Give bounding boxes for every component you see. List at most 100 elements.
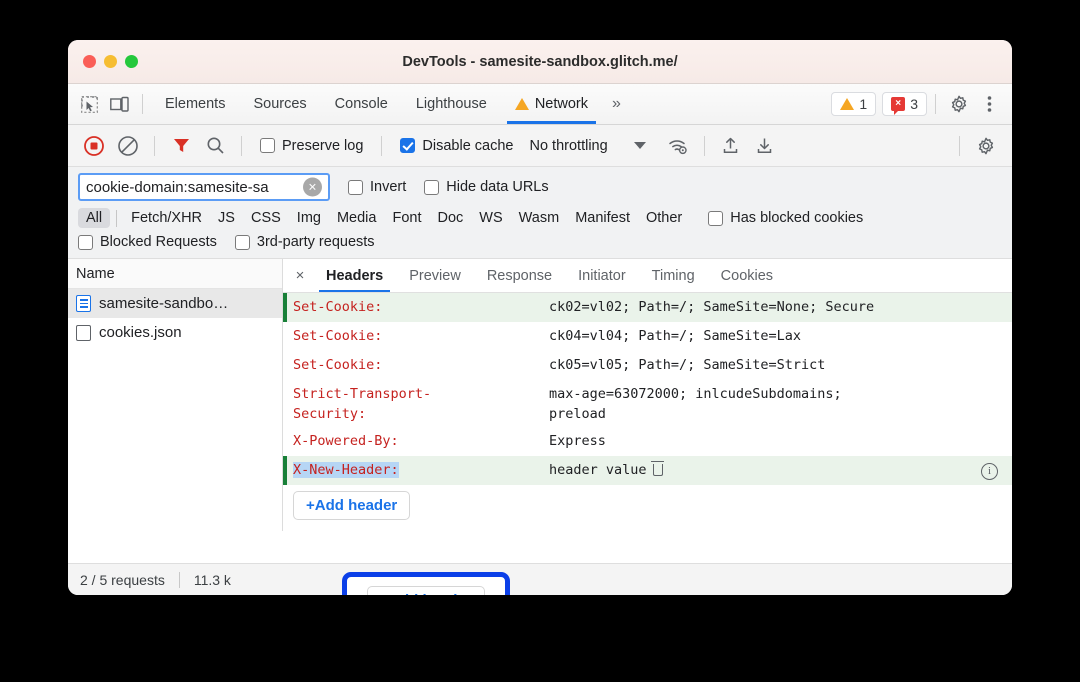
header-value[interactable]: ck05=vl05; Path=/; SameSite=Strict bbox=[549, 355, 1012, 375]
hide-data-urls-box bbox=[424, 180, 439, 195]
header-name: Set-Cookie: bbox=[287, 297, 549, 317]
header-value[interactable]: max-age=63072000; inlcudeSubdomains; pre… bbox=[549, 384, 1012, 424]
tab-sources[interactable]: Sources bbox=[239, 84, 320, 124]
invert-checkbox[interactable]: Invert bbox=[348, 179, 406, 195]
tab-preview[interactable]: Preview bbox=[396, 259, 474, 292]
divider bbox=[241, 136, 242, 156]
tab-elements-label: Elements bbox=[165, 96, 225, 112]
throttling-select[interactable]: No throttling bbox=[523, 138, 613, 154]
tab-response[interactable]: Response bbox=[474, 259, 565, 292]
tab-elements[interactable]: Elements bbox=[151, 84, 239, 124]
chevron-down-icon[interactable] bbox=[634, 142, 646, 149]
divider bbox=[154, 136, 155, 156]
preserve-log-label: Preserve log bbox=[282, 138, 363, 154]
request-row-label: cookies.json bbox=[99, 324, 182, 341]
clear-icon[interactable] bbox=[112, 131, 144, 161]
network-split: Name samesite-sandbo… cookies.json × Hea… bbox=[68, 259, 1012, 531]
tab-sources-label: Sources bbox=[253, 96, 306, 112]
add-header-button[interactable]: +Add header bbox=[293, 491, 410, 520]
header-name: X-Powered-By: bbox=[287, 431, 549, 451]
type-filter-manifest[interactable]: Manifest bbox=[567, 208, 638, 228]
warning-triangle-icon bbox=[840, 98, 854, 110]
header-name: Set-Cookie: bbox=[287, 355, 549, 375]
delete-header-icon[interactable] bbox=[653, 464, 663, 476]
request-row-cookies-json[interactable]: cookies.json bbox=[68, 318, 282, 347]
import-har-icon[interactable] bbox=[715, 131, 747, 161]
device-toolbar-icon[interactable] bbox=[104, 90, 134, 118]
error-count-badge[interactable]: × 3 bbox=[882, 92, 927, 116]
blocked-requests-checkbox[interactable]: Blocked Requests bbox=[78, 234, 217, 250]
more-tabs-icon[interactable]: » bbox=[602, 95, 631, 113]
clear-filter-icon[interactable]: × bbox=[303, 178, 322, 197]
tab-initiator[interactable]: Initiator bbox=[565, 259, 639, 292]
request-row-label: samesite-sandbo… bbox=[99, 295, 228, 312]
header-value[interactable]: ck02=vl02; Path=/; SameSite=None; Secure bbox=[549, 297, 1012, 317]
info-icon[interactable]: i bbox=[981, 463, 998, 480]
warning-count-badge[interactable]: 1 bbox=[831, 92, 876, 116]
header-value[interactable]: header value bbox=[549, 460, 1012, 480]
header-row[interactable]: X-Powered-By: Express bbox=[283, 427, 1012, 456]
record-stop-icon[interactable] bbox=[78, 131, 110, 161]
tab-lighthouse[interactable]: Lighthouse bbox=[402, 84, 501, 124]
add-header-row: +Add header bbox=[283, 485, 1012, 520]
devtools-window: DevTools - samesite-sandbox.glitch.me/ E… bbox=[68, 40, 1012, 595]
panel-tabs: Elements Sources Console Lighthouse Netw… bbox=[151, 84, 602, 124]
invert-box bbox=[348, 180, 363, 195]
network-conditions-icon[interactable] bbox=[662, 131, 694, 161]
divider bbox=[959, 136, 960, 156]
type-filter-doc[interactable]: Doc bbox=[429, 208, 471, 228]
three-dot-menu-icon[interactable] bbox=[974, 90, 1004, 118]
request-row-samesite-sandbox[interactable]: samesite-sandbo… bbox=[68, 289, 282, 318]
hide-data-urls-checkbox[interactable]: Hide data URLs bbox=[424, 179, 548, 195]
type-filter-all[interactable]: All bbox=[78, 208, 110, 228]
filter-input[interactable] bbox=[80, 175, 328, 199]
third-party-requests-checkbox[interactable]: 3rd-party requests bbox=[235, 234, 375, 250]
has-blocked-cookies-checkbox[interactable]: Has blocked cookies bbox=[708, 210, 863, 226]
export-har-icon[interactable] bbox=[749, 131, 781, 161]
search-icon[interactable] bbox=[199, 131, 231, 161]
gear-icon[interactable] bbox=[944, 90, 974, 118]
detail-tabs: × Headers Preview Response Initiator Tim… bbox=[283, 259, 1012, 293]
minimize-window-button[interactable] bbox=[104, 55, 117, 68]
transferred-size-label: 11.3 k bbox=[194, 572, 231, 588]
tab-network-label: Network bbox=[535, 96, 588, 112]
tab-headers[interactable]: Headers bbox=[313, 259, 396, 292]
warning-count-label: 1 bbox=[859, 96, 867, 112]
type-filter-fetch-xhr[interactable]: Fetch/XHR bbox=[123, 208, 210, 228]
type-filter-wasm[interactable]: Wasm bbox=[511, 208, 568, 228]
type-filter-js[interactable]: JS bbox=[210, 208, 243, 228]
header-row[interactable]: Set-Cookie: ck02=vl02; Path=/; SameSite=… bbox=[283, 293, 1012, 322]
close-detail-icon[interactable]: × bbox=[287, 259, 313, 292]
disable-cache-checkbox[interactable]: Disable cache bbox=[392, 138, 521, 154]
header-row-new[interactable]: X-New-Header: header value i bbox=[283, 456, 1012, 485]
tab-timing[interactable]: Timing bbox=[639, 259, 708, 292]
type-filter-font[interactable]: Font bbox=[384, 208, 429, 228]
header-value[interactable]: ck04=vl04; Path=/; SameSite=Lax bbox=[549, 326, 1012, 346]
warning-triangle-icon bbox=[515, 98, 529, 110]
tab-network[interactable]: Network bbox=[501, 84, 602, 124]
tab-console[interactable]: Console bbox=[321, 84, 402, 124]
maximize-window-button[interactable] bbox=[125, 55, 138, 68]
header-name[interactable]: X-New-Header: bbox=[287, 460, 549, 480]
close-window-button[interactable] bbox=[83, 55, 96, 68]
filter-funnel-icon[interactable] bbox=[165, 131, 197, 161]
type-filter-other[interactable]: Other bbox=[638, 208, 690, 228]
header-row[interactable]: Set-Cookie: ck04=vl04; Path=/; SameSite=… bbox=[283, 322, 1012, 351]
tab-cookies[interactable]: Cookies bbox=[708, 259, 786, 292]
inspect-element-icon[interactable] bbox=[74, 90, 104, 118]
network-settings-gear-icon[interactable] bbox=[970, 131, 1002, 161]
header-name-text: X-New-Header: bbox=[293, 462, 399, 478]
preserve-log-checkbox[interactable]: Preserve log bbox=[252, 138, 371, 154]
add-header-button-highlighted[interactable]: +Add header bbox=[367, 586, 484, 595]
filter-input-wrapper[interactable]: × bbox=[78, 173, 330, 201]
type-filter-media[interactable]: Media bbox=[329, 208, 385, 228]
type-filter-img[interactable]: Img bbox=[289, 208, 329, 228]
status-bar: 2 / 5 requests 11.3 k bbox=[68, 563, 1012, 595]
header-row[interactable]: Strict-Transport- Security: max-age=6307… bbox=[283, 380, 1012, 427]
header-value[interactable]: Express bbox=[549, 431, 1012, 451]
response-headers-list: Set-Cookie: ck02=vl02; Path=/; SameSite=… bbox=[283, 293, 1012, 531]
header-row[interactable]: Set-Cookie: ck05=vl05; Path=/; SameSite=… bbox=[283, 351, 1012, 380]
type-filter-ws[interactable]: WS bbox=[471, 208, 510, 228]
type-filter-css[interactable]: CSS bbox=[243, 208, 289, 228]
error-count-label: 3 bbox=[910, 96, 918, 112]
